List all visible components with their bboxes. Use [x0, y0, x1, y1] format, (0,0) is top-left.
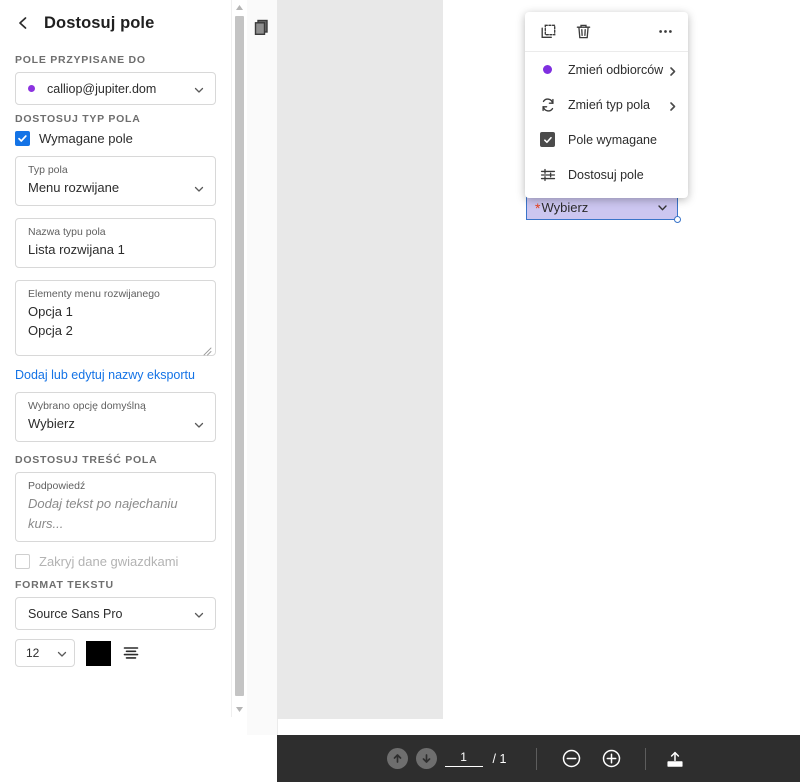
recipient-dot-icon — [539, 61, 556, 78]
resize-grip-icon[interactable] — [202, 343, 212, 356]
section-label-field-content: DOSTOSUJ TREŚĆ POLA — [15, 454, 158, 466]
required-field-checkbox-row[interactable]: Wymagane pole — [15, 131, 231, 146]
section-label-assigned-to: POLE PRZYPISANE DO — [15, 54, 146, 66]
font-color-swatch[interactable] — [86, 640, 111, 666]
toolbar-divider — [536, 747, 538, 770]
default-option-select[interactable]: Wybrano opcję domyślną Wybierz — [15, 392, 216, 442]
font-controls-row: 12 — [15, 639, 231, 667]
field-name-label: Nazwa typu pola — [28, 226, 106, 238]
customize-field-sidebar: Dostosuj pole POLE PRZYPISANE DO calliop… — [0, 0, 231, 782]
field-name-input[interactable]: Nazwa typu pola Lista rozwijana 1 — [15, 218, 216, 268]
font-family-select[interactable]: Source Sans Pro — [15, 597, 216, 630]
menu-item-change-recipients[interactable]: Zmień odbiorców — [525, 52, 688, 87]
arrow-down-icon[interactable] — [415, 748, 437, 769]
document-page[interactable] — [277, 0, 443, 719]
scroll-down-arrow-icon[interactable] — [234, 704, 245, 715]
dropdown-items-label: Elementy menu rozwijanego — [28, 288, 160, 300]
page-title: Dostosuj pole — [44, 13, 155, 32]
trash-icon[interactable] — [574, 23, 592, 41]
context-menu-toolbar — [525, 12, 688, 52]
recipient-value: calliop@jupiter.dom — [47, 81, 157, 96]
upload-page-icon[interactable] — [664, 748, 686, 770]
font-size-value: 12 — [26, 646, 40, 660]
section-label-field-type: DOSTOSUJ TYP POLA — [15, 113, 141, 125]
dropdown-option-2: Opcja 2 — [28, 323, 73, 338]
text-align-icon[interactable] — [122, 644, 140, 662]
section-label-text-format: FORMAT TEKSTU — [15, 579, 114, 591]
font-size-select[interactable]: 12 — [15, 639, 75, 667]
recipient-dot-icon — [28, 85, 35, 92]
checkbox-unchecked-icon[interactable] — [15, 554, 30, 569]
chevron-down-icon — [193, 182, 205, 194]
more-options-icon[interactable] — [656, 23, 674, 41]
field-type-label: Typ pola — [28, 164, 68, 176]
duplicate-field-icon[interactable] — [539, 23, 557, 41]
field-resize-handle[interactable] — [674, 216, 681, 223]
tooltip-label: Podpowiedź — [28, 480, 86, 492]
application-window: Dostosuj pole POLE PRZYPISANE DO calliop… — [0, 0, 800, 782]
mask-data-label: Zakryj dane gwiazdkami — [39, 554, 179, 569]
chevron-down-icon — [656, 201, 669, 214]
chevron-down-icon — [193, 83, 205, 95]
page-thumbnail-strip[interactable] — [247, 0, 278, 735]
dropdown-items-textarea[interactable]: Elementy menu rozwijanego Opcja 1 Opcja … — [15, 280, 216, 356]
sidebar-scrollbar[interactable] — [231, 0, 247, 717]
field-name-value: Lista rozwijana 1 — [28, 242, 125, 257]
required-marker: * — [535, 200, 541, 216]
menu-item-label: Dostosuj pole — [568, 167, 644, 182]
tooltip-input[interactable]: Podpowiedź Dodaj tekst po najechaniu kur… — [15, 472, 216, 542]
bottom-toolbar: 1 / 1 — [277, 735, 800, 782]
chevron-left-icon[interactable] — [12, 12, 34, 34]
zoom-out-icon[interactable] — [560, 748, 582, 770]
mask-data-checkbox-row[interactable]: Zakryj dane gwiazdkami — [15, 554, 231, 569]
page-number-input[interactable]: 1 — [444, 750, 483, 767]
menu-item-required-field[interactable]: Pole wymagane — [525, 122, 688, 157]
menu-item-label: Zmień odbiorców — [568, 62, 664, 77]
field-context-menu: Zmień odbiorców Zmień typ pola Pole wyma… — [525, 12, 688, 198]
chevron-right-icon — [667, 64, 678, 76]
menu-item-change-field-type[interactable]: Zmień typ pola — [525, 87, 688, 122]
scroll-up-arrow-icon[interactable] — [234, 2, 245, 13]
chevron-right-icon — [667, 99, 678, 111]
export-names-link[interactable]: Dodaj lub edytuj nazwy eksportu — [15, 368, 231, 382]
total-pages-label: / 1 — [492, 751, 507, 766]
field-type-select[interactable]: Typ pola Menu rozwijane — [15, 156, 216, 206]
menu-item-label: Zmień typ pola — [568, 97, 650, 112]
form-field-value: Wybierz — [541, 199, 589, 215]
refresh-icon — [539, 96, 556, 113]
panel-header: Dostosuj pole — [0, 0, 231, 46]
dropdown-option-1: Opcja 1 — [28, 304, 73, 319]
chevron-down-icon — [193, 418, 205, 430]
scrollbar-thumb[interactable] — [235, 16, 244, 696]
recipient-select[interactable]: calliop@jupiter.dom — [15, 72, 216, 105]
page-thumbnail-icon[interactable] — [253, 18, 271, 36]
checkbox-checked-icon[interactable] — [15, 131, 30, 146]
field-type-value: Menu rozwijane — [28, 180, 120, 195]
menu-item-customize-field[interactable]: Dostosuj pole — [525, 157, 688, 192]
default-option-value: Wybierz — [28, 416, 75, 431]
required-field-label: Wymagane pole — [39, 131, 133, 146]
sliders-icon — [539, 166, 556, 183]
chevron-down-icon — [56, 647, 68, 659]
default-option-label: Wybrano opcję domyślną — [28, 400, 146, 412]
chevron-down-icon — [193, 608, 205, 620]
toolbar-divider — [645, 747, 647, 770]
font-family-value: Source Sans Pro — [28, 606, 123, 621]
menu-item-label: Pole wymagane — [568, 132, 657, 147]
zoom-in-icon[interactable] — [600, 748, 622, 770]
tooltip-placeholder: Dodaj tekst po najechaniu kurs... — [28, 496, 178, 531]
arrow-up-icon[interactable] — [386, 748, 408, 769]
checkbox-checked-icon[interactable] — [539, 131, 556, 148]
document-area — [247, 0, 800, 735]
